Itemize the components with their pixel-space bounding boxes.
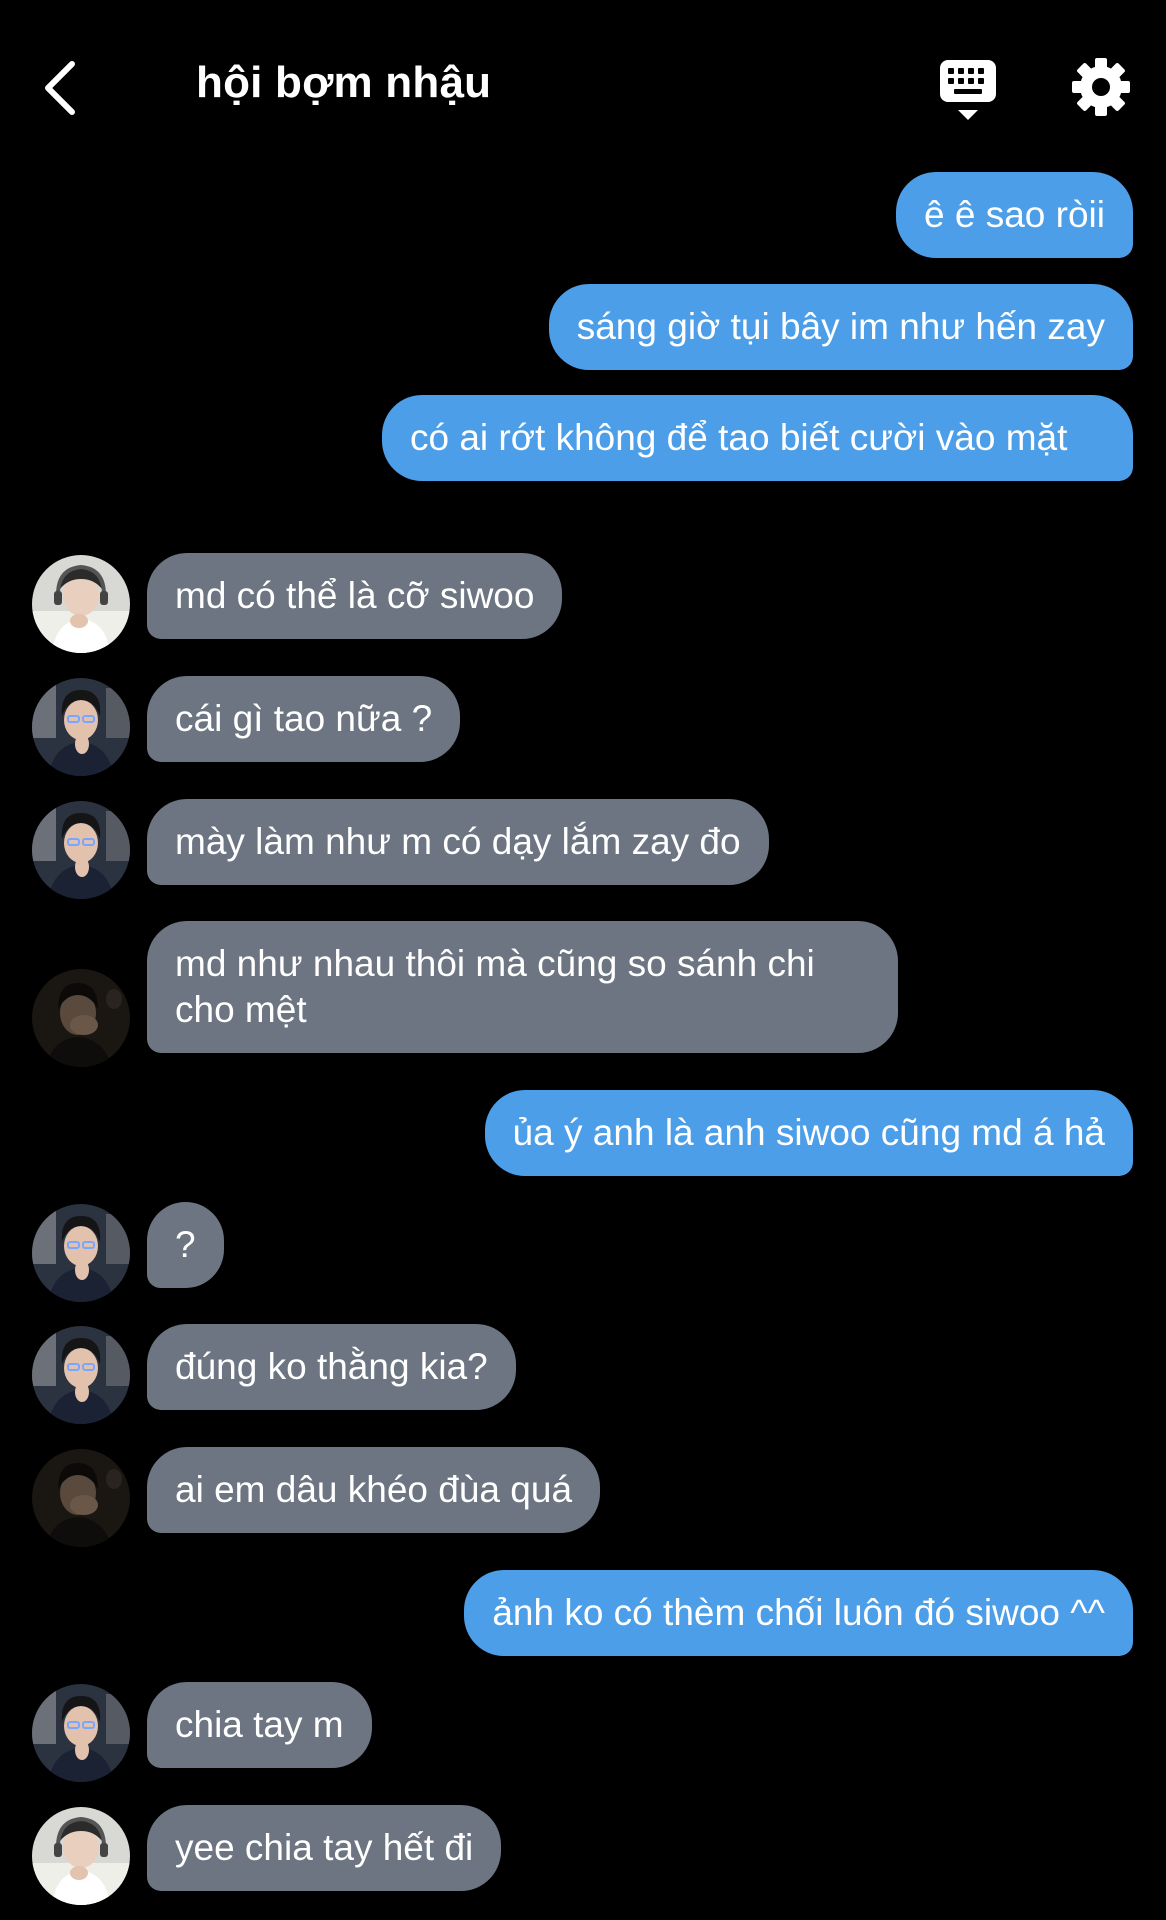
chevron-left-icon: [45, 61, 75, 115]
avatar[interactable]: [32, 1684, 130, 1782]
incoming-message-bubble[interactable]: chia tay m: [147, 1682, 372, 1768]
avatar[interactable]: [32, 1449, 130, 1547]
incoming-message-bubble[interactable]: md như nhau thôi mà cũng so sánh chi cho…: [147, 921, 898, 1053]
incoming-message-bubble[interactable]: đúng ko thằng kia?: [147, 1324, 516, 1410]
avatar[interactable]: [32, 678, 130, 776]
avatar[interactable]: [32, 801, 130, 899]
hand-chin-boy-avatar-icon: [32, 1684, 130, 1782]
incoming-message-bubble[interactable]: md có thể là cỡ siwoo: [147, 553, 563, 639]
message-row: ảnh ko có thèm chối luôn đó siwoo ^^: [0, 1570, 1166, 1670]
message-row: có ai rớt không để tao biết cười vào mặt: [0, 395, 1166, 541]
incoming-message-bubble[interactable]: ai em dâu khéo đùa quá: [147, 1447, 601, 1533]
hand-chin-boy-avatar-icon: [32, 801, 130, 899]
message-row: cái gì tao nữa ?: [0, 676, 1166, 776]
avatar[interactable]: [32, 969, 130, 1067]
keyboard-button[interactable]: [936, 56, 1000, 126]
outgoing-message-bubble[interactable]: ảnh ko có thèm chối luôn đó siwoo ^^: [464, 1570, 1133, 1656]
chat-header: hội bợm nhậu: [0, 0, 1166, 170]
outgoing-message-bubble[interactable]: ủa ý anh là anh siwoo cũng md á hả: [484, 1090, 1133, 1176]
avatar[interactable]: [32, 1204, 130, 1302]
message-row: ủa ý anh là anh siwoo cũng md á hả: [0, 1090, 1166, 1190]
incoming-message-bubble[interactable]: cái gì tao nữa ?: [147, 676, 461, 762]
avatar[interactable]: [32, 1807, 130, 1905]
hand-chin-boy-avatar-icon: [32, 1326, 130, 1424]
incoming-message-bubble[interactable]: yee chia tay hết đi: [147, 1805, 502, 1891]
chat-title: hội bợm nhậu: [196, 58, 492, 107]
message-row: đúng ko thằng kia?: [0, 1324, 1166, 1424]
avatar[interactable]: [32, 555, 130, 653]
incoming-message-bubble[interactable]: mày làm như m có dạy lắm zay đo: [147, 799, 769, 885]
message-row: chia tay m: [0, 1682, 1166, 1782]
incoming-message-bubble[interactable]: ?: [147, 1202, 224, 1288]
dark-portrait-avatar-icon: [32, 969, 130, 1067]
outgoing-message-bubble[interactable]: có ai rớt không để tao biết cười vào mặt: [382, 395, 1133, 481]
message-row: ê ê sao ròii: [0, 172, 1166, 272]
headphones-boy-avatar-icon: [32, 555, 130, 653]
headphones-boy-avatar-icon: [32, 1807, 130, 1905]
gear-icon: [1072, 58, 1130, 116]
message-row: ?: [0, 1202, 1166, 1302]
message-row: md như nhau thôi mà cũng so sánh chi cho…: [0, 921, 1166, 1067]
message-row: sáng giờ tụi bây im như hến zay: [0, 284, 1166, 384]
avatar[interactable]: [32, 1326, 130, 1424]
settings-button[interactable]: [1070, 56, 1132, 118]
hand-chin-boy-avatar-icon: [32, 678, 130, 776]
dark-portrait-avatar-icon: [32, 1449, 130, 1547]
message-row: mày làm như m có dạy lắm zay đo: [0, 799, 1166, 899]
keyboard-icon: [940, 60, 996, 120]
message-row: md có thể là cỡ siwoo: [0, 553, 1166, 653]
hand-chin-boy-avatar-icon: [32, 1204, 130, 1302]
back-button[interactable]: [30, 48, 90, 128]
outgoing-message-bubble[interactable]: ê ê sao ròii: [896, 172, 1133, 258]
outgoing-message-bubble[interactable]: sáng giờ tụi bây im như hến zay: [548, 284, 1133, 370]
message-row: ai em dâu khéo đùa quá: [0, 1447, 1166, 1547]
message-row: yee chia tay hết đi: [0, 1805, 1166, 1905]
